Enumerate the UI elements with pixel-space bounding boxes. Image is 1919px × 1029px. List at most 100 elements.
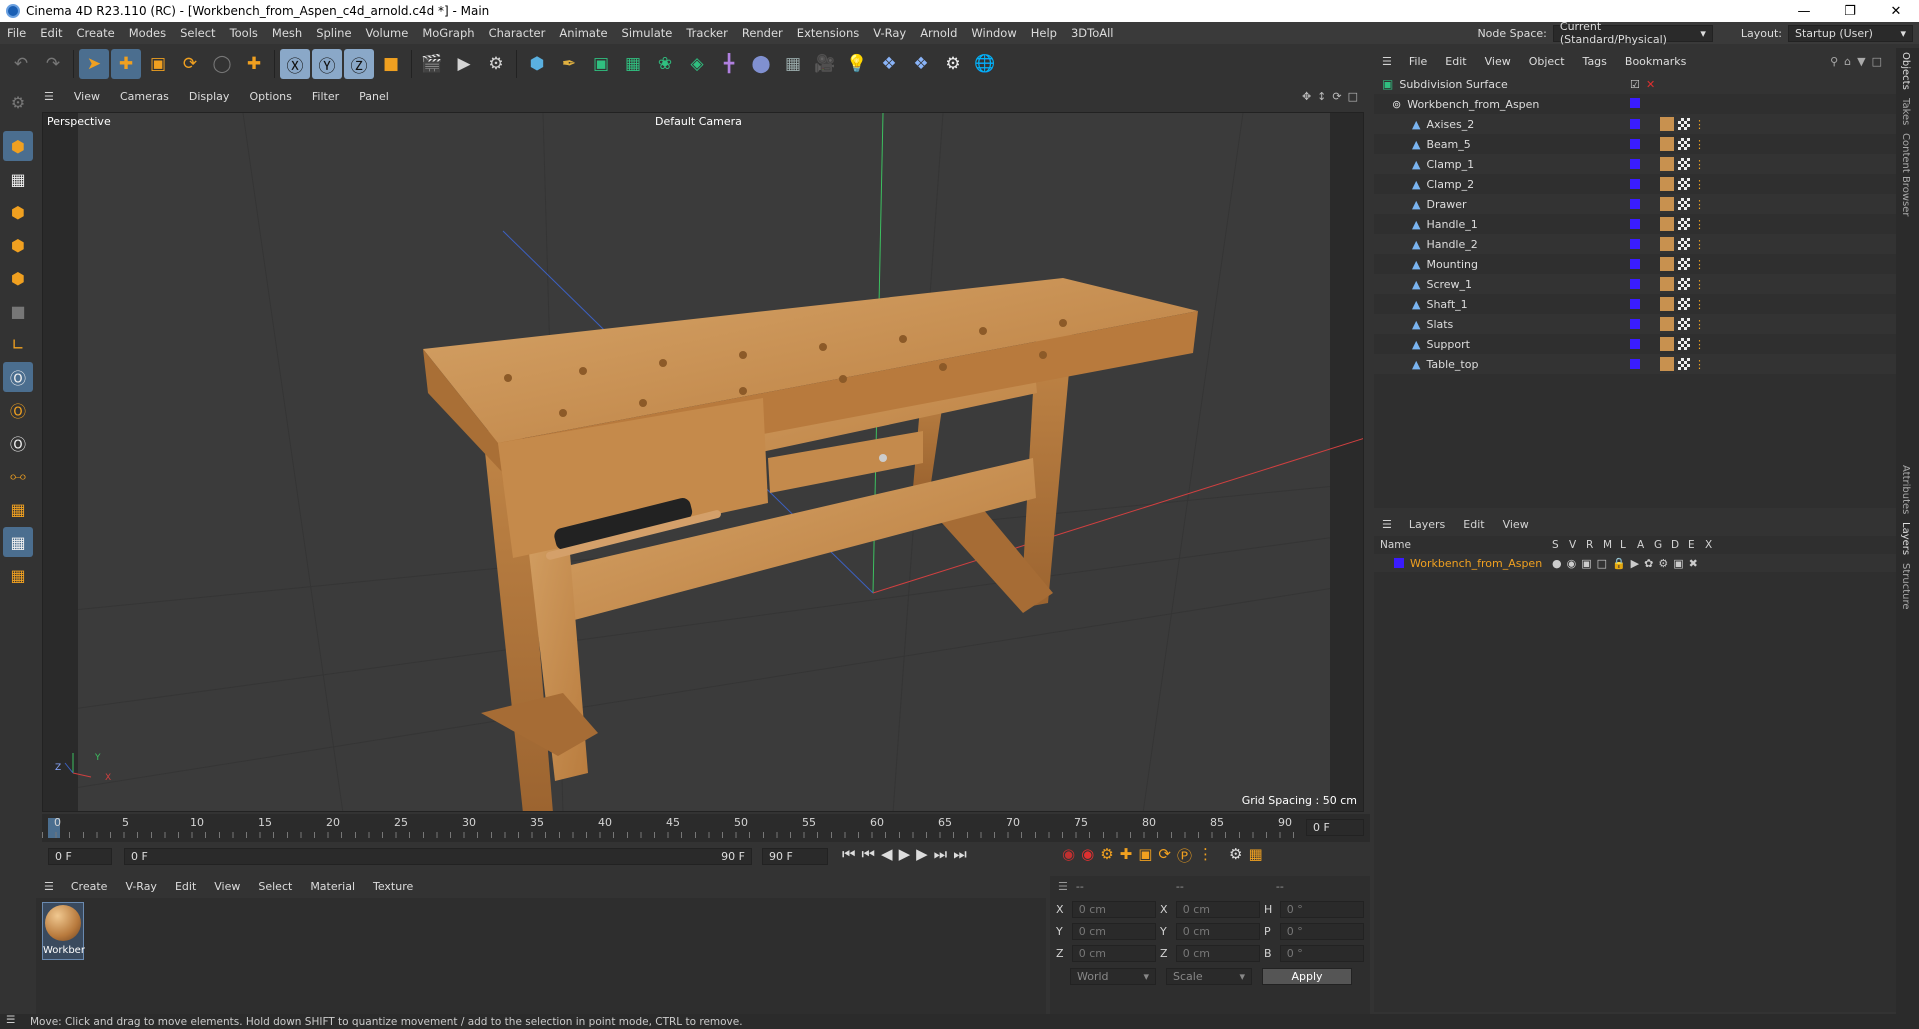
texture-tag-icon[interactable] bbox=[1678, 338, 1690, 350]
mograph-icon[interactable]: ◈ bbox=[682, 49, 712, 79]
undo-icon[interactable]: ↶ bbox=[6, 49, 36, 79]
close-button[interactable]: ✕ bbox=[1873, 0, 1919, 22]
make-editable-icon[interactable]: ⚙ bbox=[3, 87, 33, 117]
material-menu-create[interactable]: Create bbox=[62, 880, 117, 893]
tab-attributes[interactable]: Attributes bbox=[1896, 461, 1915, 518]
grid-icon[interactable]: ▦ bbox=[3, 527, 33, 557]
material-menu-texture[interactable]: Texture bbox=[364, 880, 422, 893]
key-scale-icon[interactable]: ▣ bbox=[1138, 845, 1152, 866]
key-pla-icon[interactable]: ⋮ bbox=[1198, 845, 1213, 866]
object-row-child[interactable]: ▲ Shaft_1 ⋮ bbox=[1374, 294, 1896, 314]
go-to-start-icon[interactable]: ⏮ bbox=[842, 845, 856, 863]
minimize-button[interactable]: — bbox=[1781, 0, 1827, 22]
material-menu-vray[interactable]: V-Ray bbox=[116, 880, 166, 893]
object-row-child[interactable]: ▲ Mounting ⋮ bbox=[1374, 254, 1896, 274]
menu-tracker[interactable]: Tracker bbox=[679, 26, 735, 40]
material-menu-select[interactable]: Select bbox=[249, 880, 301, 893]
camera-icon[interactable]: 🎥 bbox=[810, 49, 840, 79]
tab-content-browser[interactable]: Content Browser bbox=[1896, 129, 1915, 220]
phong-tag-icon[interactable]: ⋮ bbox=[1694, 258, 1705, 271]
viewport-menu-display[interactable]: Display bbox=[179, 90, 240, 103]
material-tag-icon[interactable] bbox=[1660, 117, 1674, 131]
material-menu-material[interactable]: Material bbox=[301, 880, 364, 893]
material-tag-icon[interactable] bbox=[1660, 257, 1674, 271]
material-tag-icon[interactable] bbox=[1660, 297, 1674, 311]
python-icon[interactable]: ❖ bbox=[874, 49, 904, 79]
menu-select[interactable]: Select bbox=[173, 26, 222, 40]
layer-color-swatch[interactable] bbox=[1630, 319, 1640, 329]
frame-range-slider[interactable]: 0 F 90 F bbox=[124, 848, 752, 865]
viewport-menu-view[interactable]: View bbox=[64, 90, 110, 103]
object-menu-view[interactable]: View bbox=[1476, 55, 1520, 68]
material-menu-edit[interactable]: Edit bbox=[166, 880, 205, 893]
menu-extensions[interactable]: Extensions bbox=[790, 26, 866, 40]
object-manager-tool-icons[interactable]: ⚲⌂▼□ bbox=[1830, 55, 1888, 68]
menu-vray[interactable]: V-Ray bbox=[866, 26, 913, 40]
hamburger-menu-icon[interactable]: ☰ bbox=[1374, 518, 1400, 531]
texture-tag-icon[interactable] bbox=[1678, 138, 1690, 150]
material-tag-icon[interactable] bbox=[1660, 157, 1674, 171]
menu-window[interactable]: Window bbox=[964, 26, 1023, 40]
apply-button[interactable]: Apply bbox=[1262, 967, 1352, 985]
settings-gear-icon[interactable]: ⚙ bbox=[938, 49, 968, 79]
layer-color-swatch[interactable] bbox=[1394, 558, 1404, 568]
motion-system-icon[interactable]: ⚙ bbox=[1229, 845, 1242, 866]
timeline-ruler[interactable]: 0 5 10 15 20 25 30 35 40 45 50 55 60 65 … bbox=[42, 814, 1370, 842]
object-row-child[interactable]: ▲ Beam_5 ⋮ bbox=[1374, 134, 1896, 154]
rotation-b-field[interactable]: 0 ° bbox=[1279, 944, 1364, 962]
scale-tool-icon[interactable]: ▣ bbox=[143, 49, 173, 79]
layer-color-swatch[interactable] bbox=[1630, 279, 1640, 289]
texture-tag-icon[interactable] bbox=[1678, 238, 1690, 250]
cube-icon[interactable]: ⬢ bbox=[522, 49, 552, 79]
viewport-menu-panel[interactable]: Panel bbox=[349, 90, 399, 103]
object-menu-object[interactable]: Object bbox=[1520, 55, 1574, 68]
render-view-icon[interactable]: 🎬 bbox=[417, 49, 447, 79]
hamburger-menu-icon[interactable]: ☰ bbox=[6, 1014, 15, 1026]
material-tag-icon[interactable] bbox=[1660, 337, 1674, 351]
layer-flag-icons[interactable]: ●◉▣□🔒▶✿⚙▣✖ bbox=[1552, 557, 1703, 570]
disabled-x-icon[interactable]: ✕ bbox=[1646, 78, 1655, 91]
material-tag-icon[interactable] bbox=[1660, 217, 1674, 231]
magnet-icon[interactable]: ⧟ bbox=[3, 461, 33, 491]
select-tool-icon[interactable]: ➤ bbox=[79, 49, 109, 79]
floor-icon[interactable]: ▦ bbox=[778, 49, 808, 79]
menu-arnold[interactable]: Arnold bbox=[913, 26, 964, 40]
tab-objects[interactable]: Objects bbox=[1896, 48, 1915, 94]
menu-file[interactable]: File bbox=[0, 26, 33, 40]
layer-color-swatch[interactable] bbox=[1630, 339, 1640, 349]
object-row-group[interactable]: ⊚ Workbench_from_Aspen bbox=[1374, 94, 1896, 114]
menu-animate[interactable]: Animate bbox=[552, 26, 614, 40]
globe-icon[interactable]: 🌐 bbox=[970, 49, 1000, 79]
key-param-icon[interactable]: Ⓟ bbox=[1177, 845, 1192, 866]
previous-key-icon[interactable]: ⏮ bbox=[862, 845, 876, 863]
position-y-field[interactable]: 0 cm bbox=[1071, 922, 1156, 940]
uv-mode-icon[interactable]: ■ bbox=[3, 296, 33, 326]
end-frame-field[interactable]: 90 F bbox=[762, 848, 828, 865]
object-row-child[interactable]: ▲ Clamp_2 ⋮ bbox=[1374, 174, 1896, 194]
viewport-menu-cameras[interactable]: Cameras bbox=[110, 90, 179, 103]
menu-spline[interactable]: Spline bbox=[309, 26, 358, 40]
workplane-icon[interactable]: ▦ bbox=[3, 494, 33, 524]
polygons-mode-icon[interactable]: ⬢ bbox=[3, 263, 33, 293]
object-row-child[interactable]: ▲ Clamp_1 ⋮ bbox=[1374, 154, 1896, 174]
layer-menu-edit[interactable]: Edit bbox=[1454, 518, 1493, 531]
phong-tag-icon[interactable]: ⋮ bbox=[1694, 298, 1705, 311]
phong-tag-icon[interactable]: ⋮ bbox=[1694, 118, 1705, 131]
hamburger-menu-icon[interactable]: ☰ bbox=[1050, 880, 1076, 893]
hamburger-menu-icon[interactable]: ☰ bbox=[36, 90, 64, 103]
menu-render[interactable]: Render bbox=[735, 26, 790, 40]
object-menu-tags[interactable]: Tags bbox=[1574, 55, 1616, 68]
phong-tag-icon[interactable]: ⋮ bbox=[1694, 238, 1705, 251]
rotation-p-field[interactable]: 0 ° bbox=[1279, 922, 1364, 940]
y-axis-lock-icon[interactable]: Ⓨ bbox=[312, 49, 342, 79]
coord-system-dropdown[interactable]: World ▾ bbox=[1070, 967, 1156, 985]
layer-menu-view[interactable]: View bbox=[1494, 518, 1538, 531]
model-mode-icon[interactable]: ⬢ bbox=[3, 131, 33, 161]
material-tag-icon[interactable] bbox=[1660, 277, 1674, 291]
subdivision-icon[interactable]: ▣ bbox=[586, 49, 616, 79]
light-icon[interactable]: 💡 bbox=[842, 49, 872, 79]
material-tag-icon[interactable] bbox=[1660, 177, 1674, 191]
menu-mesh[interactable]: Mesh bbox=[265, 26, 309, 40]
phong-tag-icon[interactable]: ⋮ bbox=[1694, 158, 1705, 171]
menu-volume[interactable]: Volume bbox=[359, 26, 416, 40]
